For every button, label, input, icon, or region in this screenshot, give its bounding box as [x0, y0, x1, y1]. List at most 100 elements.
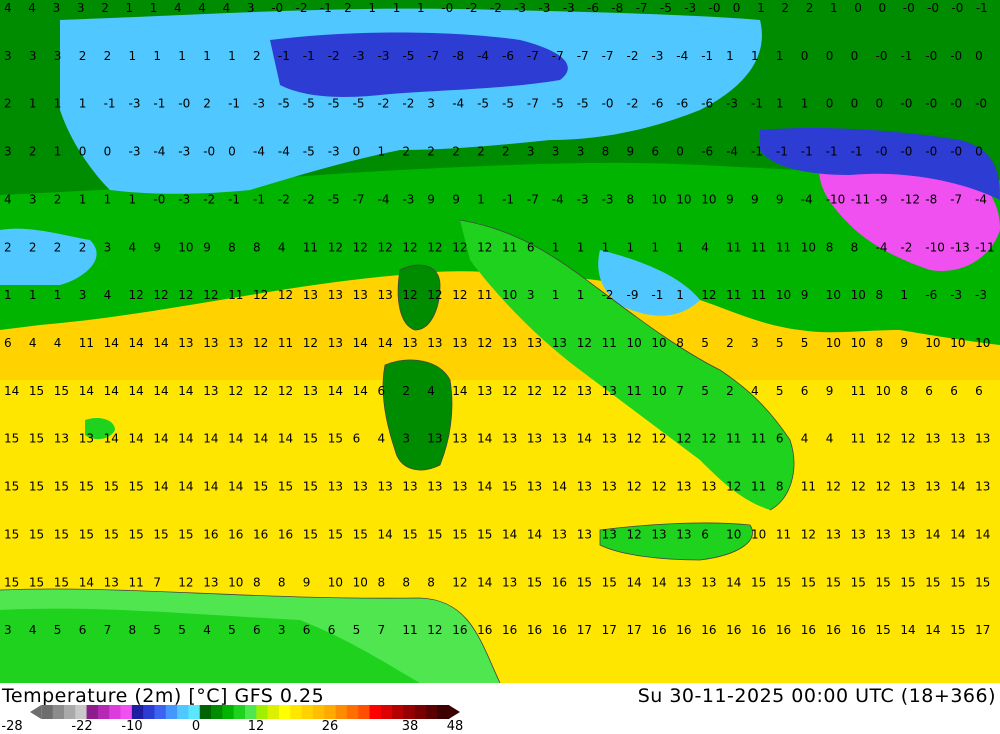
temperature-value: -0 — [203, 145, 215, 159]
temperature-value: 15 — [502, 480, 517, 494]
temperature-value: 1 — [830, 1, 838, 15]
temperature-value: -1 — [104, 97, 116, 111]
temperature-value: 13 — [402, 480, 417, 494]
temperature-value: 13 — [925, 432, 940, 446]
temperature-value: 4 — [701, 240, 709, 254]
temperature-value: 14 — [203, 432, 218, 446]
temperature-value: -1 — [253, 192, 265, 206]
temperature-value: 15 — [452, 527, 467, 541]
temperature-value: 6 — [950, 384, 958, 398]
temperature-value: 3 — [577, 145, 585, 159]
temperature-value: -9 — [876, 192, 888, 206]
temperature-value: 14 — [104, 432, 119, 446]
temperature-value: -7 — [577, 49, 589, 63]
temperature-value: 8 — [253, 240, 261, 254]
temperature-value: 15 — [29, 432, 44, 446]
temperature-value: 12 — [452, 575, 467, 589]
temperature-value: 12 — [153, 288, 168, 302]
temperature-value: 0 — [228, 145, 236, 159]
scale-swatch — [414, 705, 427, 719]
temperature-value: 13 — [104, 575, 119, 589]
temperature-value: 1 — [378, 145, 386, 159]
temperature-value: -0 — [900, 97, 912, 111]
temperature-value: 1 — [726, 49, 734, 63]
scale-swatch — [41, 705, 54, 719]
temperature-value: 6 — [776, 432, 784, 446]
temperature-value: -7 — [353, 192, 365, 206]
temperature-value: -4 — [726, 145, 738, 159]
temperature-value: 3 — [29, 192, 37, 206]
temperature-value: 4 — [29, 623, 37, 637]
temperature-value: 4 — [28, 1, 36, 15]
temperature-value: -0 — [950, 97, 962, 111]
temperature-value: 5 — [701, 384, 709, 398]
temperature-value: 12 — [402, 288, 417, 302]
temperature-value: 13 — [452, 480, 467, 494]
temperature-value: 14 — [975, 527, 990, 541]
temperature-value: -1 — [228, 192, 240, 206]
temperature-value: 4 — [223, 1, 231, 15]
temperature-value: 13 — [651, 527, 666, 541]
temperature-value: 15 — [29, 384, 44, 398]
temperature-value: 1 — [150, 1, 158, 15]
temperature-value: 14 — [153, 480, 168, 494]
temperature-value: 16 — [726, 623, 741, 637]
temperature-value: 13 — [701, 575, 716, 589]
temperature-value: 8 — [253, 575, 261, 589]
temperature-value: 9 — [751, 192, 759, 206]
temperature-value: 4 — [278, 240, 286, 254]
temperature-value: 2 — [203, 97, 211, 111]
scale-arrow-left — [30, 705, 42, 719]
temperature-value: 15 — [79, 480, 94, 494]
temperature-value: 14 — [477, 432, 492, 446]
temperature-value: -1 — [751, 97, 763, 111]
temperature-value: 2 — [726, 384, 734, 398]
temperature-value: 10 — [701, 192, 716, 206]
temperature-value: 1 — [900, 288, 908, 302]
temperature-value: -10 — [925, 240, 945, 254]
temperature-value: 13 — [79, 432, 94, 446]
temperature-value: 11 — [726, 432, 741, 446]
temperature-value: -3 — [684, 1, 696, 15]
scale-swatch — [256, 705, 269, 719]
scale-swatch — [188, 705, 201, 719]
temperature-value: 10 — [502, 288, 517, 302]
temperature-value: 16 — [651, 623, 666, 637]
temperature-value: 1 — [54, 97, 62, 111]
temperature-value: -4 — [452, 97, 464, 111]
map-title: Temperature (2m) [°C] GFS 0.25 — [2, 685, 325, 707]
temperature-value: -1 — [851, 145, 863, 159]
temperature-value: -0 — [900, 145, 912, 159]
temperature-value: -8 — [925, 192, 937, 206]
temperature-value: 10 — [353, 575, 368, 589]
temperature-value: 1 — [757, 1, 765, 15]
temperature-value: 15 — [253, 480, 268, 494]
temperature-value: 13 — [303, 384, 318, 398]
temperature-value: -2 — [303, 192, 315, 206]
temperature-value: 12 — [427, 288, 442, 302]
temperature-value: 1 — [577, 288, 585, 302]
temperature-value: -1 — [278, 49, 290, 63]
temperature-value: 13 — [851, 527, 866, 541]
temperature-value: -2 — [466, 1, 478, 15]
scale-swatch — [109, 705, 122, 719]
temperature-value: 5 — [228, 623, 236, 637]
temperature-value: 12 — [178, 575, 193, 589]
temperature-value: 7 — [104, 623, 112, 637]
temperature-value: 1 — [79, 192, 87, 206]
temperature-value: 4 — [378, 432, 386, 446]
temperature-value: -0 — [903, 1, 915, 15]
temperature-value: 11 — [751, 432, 766, 446]
temperature-value: -1 — [320, 1, 332, 15]
temperature-value: 0 — [733, 1, 741, 15]
temperature-value: 3 — [4, 145, 12, 159]
temperature-value: 1 — [178, 49, 186, 63]
temperature-value: 14 — [4, 384, 19, 398]
temperature-value: 15 — [303, 432, 318, 446]
scale-swatch — [301, 705, 314, 719]
temperature-value: 14 — [950, 480, 965, 494]
temperature-value: 5 — [776, 336, 784, 350]
temperature-value: 13 — [353, 288, 368, 302]
temperature-value: 6 — [353, 432, 361, 446]
temperature-value: -0 — [876, 145, 888, 159]
